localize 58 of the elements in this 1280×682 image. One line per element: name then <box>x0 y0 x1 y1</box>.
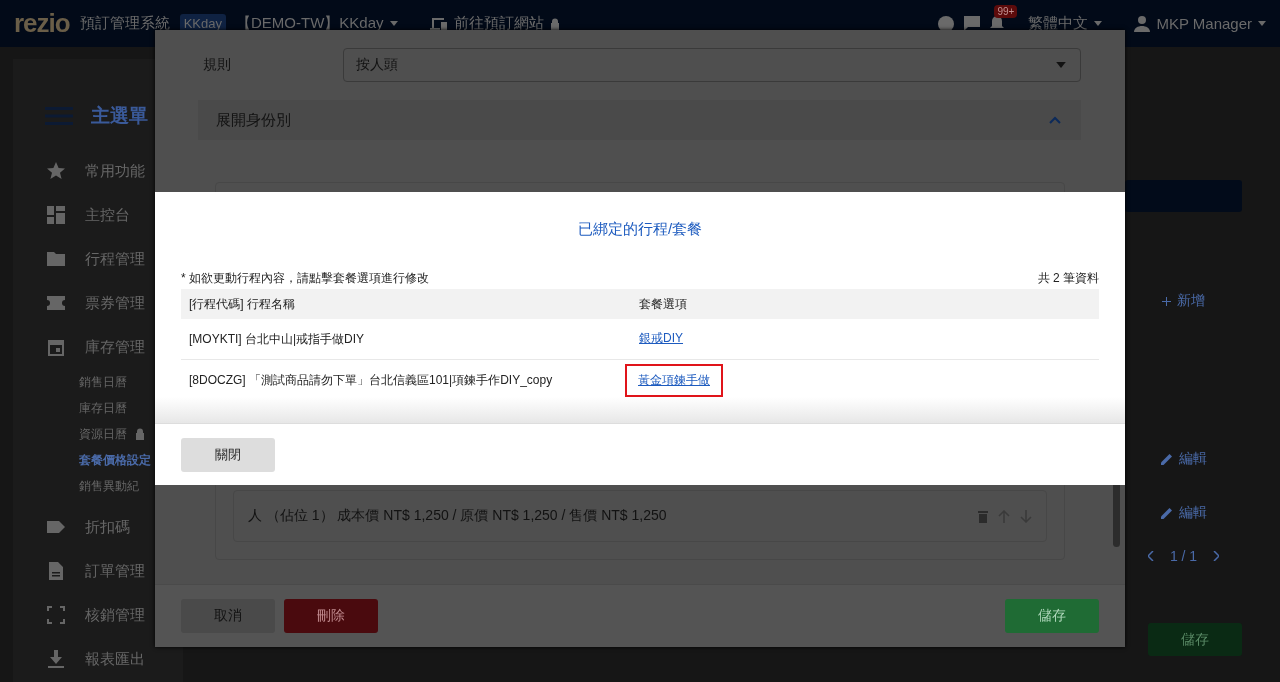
sidebar-item[interactable]: 報表匯出 <box>13 637 183 681</box>
sidebar-item[interactable]: 主控台 <box>13 193 183 237</box>
sidebar-subitem[interactable]: 資源日曆 <box>13 421 183 447</box>
user-icon <box>1134 15 1151 32</box>
next-icon[interactable] <box>1213 551 1220 561</box>
table-cell: [MOYKTI] 台北中山|戒指手做DIY <box>181 319 631 360</box>
record-count: 共 2 筆資料 <box>1037 270 1099 287</box>
sidebar-item[interactable]: 訂單管理 <box>13 549 183 593</box>
lock-icon <box>549 17 560 30</box>
delete-button[interactable]: 刪除 <box>284 599 378 633</box>
system-name: 預訂管理系統 <box>79 14 170 33</box>
previous-icon[interactable] <box>1147 551 1154 561</box>
folder-icon <box>47 250 65 268</box>
notification-badge: 99+ <box>994 4 1018 18</box>
devices-icon <box>429 16 448 31</box>
pencil-icon <box>1160 453 1173 465</box>
save-button[interactable]: 儲存 <box>1148 623 1242 656</box>
sidebar-item[interactable]: 常用功能 <box>13 149 183 193</box>
edit-link[interactable]: 編輯 <box>1178 504 1207 522</box>
caret-icon <box>389 21 398 26</box>
cancel-button[interactable]: 取消 <box>181 599 275 633</box>
star-icon <box>47 162 65 180</box>
caret-icon <box>1056 62 1066 68</box>
section-header[interactable]: 展開身份別 <box>198 100 1081 140</box>
sidebar-item[interactable]: 票券管理 <box>13 281 183 325</box>
menu-title: 主選單 <box>91 104 148 128</box>
tag-icon <box>47 518 65 536</box>
account-selector[interactable]: 【DEMO-TW】KKday <box>236 14 384 33</box>
package-link[interactable]: 銀戒DIY <box>639 330 683 348</box>
calendar-icon <box>47 338 65 356</box>
save-button[interactable]: 儲存 <box>1005 599 1099 633</box>
sidebar-item[interactable]: 折扣碼 <box>13 505 183 549</box>
language-selector[interactable]: 繁體中文 <box>1028 14 1089 33</box>
sidebar-item[interactable]: 核銷管理 <box>13 593 183 637</box>
scan-icon <box>47 606 65 624</box>
plus-icon <box>1162 296 1171 306</box>
note-text: * 如欲更動行程內容，請點擊套餐選項進行修改 <box>181 270 429 287</box>
close-button[interactable]: 關閉 <box>181 437 275 472</box>
ticket-icon <box>47 294 65 312</box>
rule-label: 規則 <box>202 56 232 74</box>
pencil-icon <box>1160 507 1173 519</box>
caret-icon <box>1258 21 1266 26</box>
sidebar-item[interactable]: 庫存管理 <box>13 325 183 369</box>
download-icon <box>47 650 65 668</box>
site-link[interactable]: 前往預訂網站 <box>453 14 544 33</box>
section-title: 展開身份別 <box>216 110 291 130</box>
user-menu[interactable]: MKP Manager <box>1156 15 1252 32</box>
dashboard-icon <box>47 206 65 224</box>
pagination-text: 1 / 1 <box>1169 548 1198 564</box>
dialog-title: 已綁定的行程/套餐 <box>576 219 704 239</box>
trash-icon[interactable] <box>978 509 988 523</box>
add-link[interactable]: 新增 <box>1177 292 1205 310</box>
caret-icon <box>1094 21 1103 26</box>
document-icon <box>47 562 65 580</box>
logo[interactable]: rezio <box>14 8 70 39</box>
edit-link[interactable]: 編輯 <box>1178 450 1207 468</box>
column-header: [行程代碼] 行程名稱 <box>181 289 631 319</box>
column-header: 套餐選項 <box>631 289 1099 319</box>
